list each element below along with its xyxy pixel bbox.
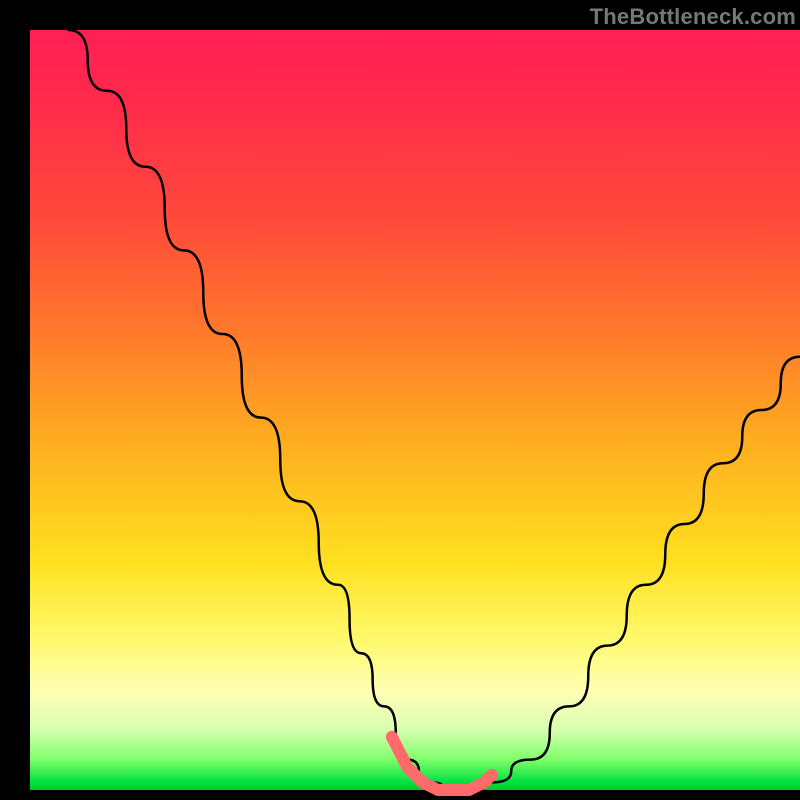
valley-highlight <box>392 737 492 790</box>
chart-frame: TheBottleneck.com <box>0 0 800 800</box>
plot-area <box>30 30 800 790</box>
watermark-text: TheBottleneck.com <box>590 4 796 30</box>
bottleneck-curve <box>69 30 800 790</box>
curve-layer <box>30 30 800 790</box>
